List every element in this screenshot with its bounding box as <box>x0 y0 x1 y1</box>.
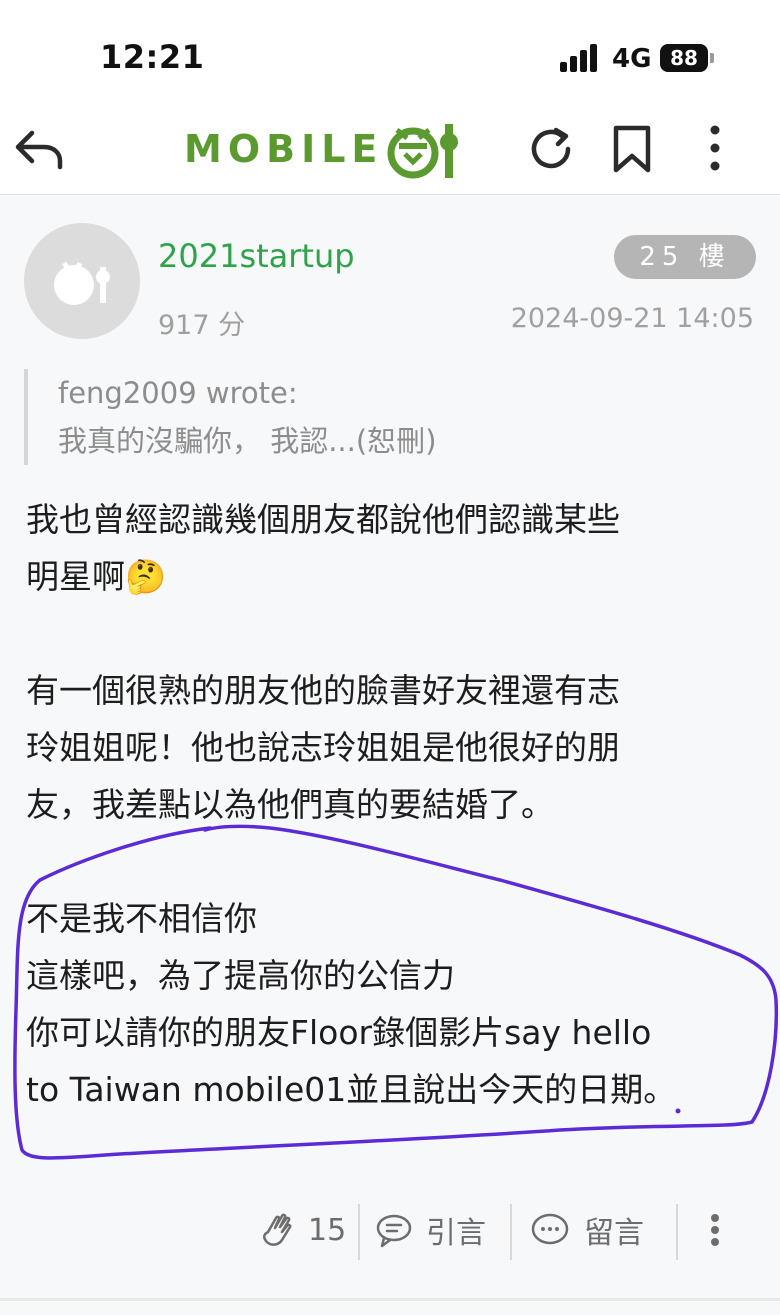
comment-bubble-icon <box>531 1213 569 1245</box>
content-line: 這樣吧，為了提高你的公信力 <box>26 956 455 995</box>
comment-label: 留言 <box>584 1216 644 1251</box>
divider <box>358 1204 360 1260</box>
quote-button[interactable]: 引言 <box>374 1200 486 1260</box>
avatar[interactable] <box>24 223 140 339</box>
content-line: to Taiwan mobile01並且說出今天的日期。 <box>26 1070 677 1109</box>
refresh-button[interactable] <box>526 124 576 174</box>
bookmark-button[interactable] <box>608 124 658 174</box>
battery-icon: 88 <box>660 44 714 72</box>
content-line: 不是我不相信你 <box>26 899 257 938</box>
logo-mark-icon <box>387 124 459 179</box>
more-vertical-icon <box>711 1214 719 1246</box>
comment-button[interactable]: 留言 <box>530 1200 644 1260</box>
post-card: 2021startup 917 分 25 樓 2024-09-21 14:05 … <box>0 195 780 1315</box>
divider <box>510 1204 512 1260</box>
battery-level: 88 <box>660 44 708 72</box>
post-more-button[interactable] <box>700 1200 730 1260</box>
like-count: 15 <box>308 1212 347 1248</box>
content-line: 友，我差點以為他們真的要結婚了。 <box>26 785 554 824</box>
username[interactable]: 2021startup <box>158 237 355 275</box>
content-line: 玲姐姐呢！他也說志玲姐姐是他很好的朋 <box>26 728 620 767</box>
bottom-divider <box>0 1298 780 1301</box>
post-content: 我也曾經認識幾個朋友都說他們認識某些 明星啊🤔 有一個很熟的朋友他的臉書好友裡還… <box>26 491 756 1118</box>
content-line: 你可以請你的朋友Floor錄個影片say hello <box>26 1013 652 1052</box>
back-arrow-icon <box>15 130 63 170</box>
post-action-bar: 15 引言 留言 <box>0 1200 780 1270</box>
back-button[interactable] <box>14 124 64 174</box>
content-line: 明星啊🤔 <box>26 557 167 596</box>
user-score: 917 分 <box>158 310 246 341</box>
post-date: 2024-09-21 14:05 <box>510 303 754 334</box>
more-vertical-icon <box>710 125 720 171</box>
content-line: 有一個很熟的朋友他的臉書好友裡還有志 <box>26 671 620 710</box>
quote-block[interactable]: feng2009 wrote: 我真的沒騙你， 我認...(恕刪) <box>24 369 758 465</box>
nav-bar: MOBILE <box>0 100 780 195</box>
network-type: 4G <box>612 44 652 74</box>
quote-excerpt: 我真的沒騙你， 我認...(恕刪) <box>58 424 437 458</box>
divider <box>676 1204 678 1260</box>
more-menu-button[interactable] <box>690 124 740 174</box>
like-button[interactable]: 15 <box>258 1200 346 1260</box>
mobile01-logo[interactable]: MOBILE <box>184 116 463 182</box>
logo-text: MOBILE <box>184 127 384 171</box>
clap-icon <box>263 1213 292 1246</box>
status-time: 12:21 <box>100 38 205 76</box>
refresh-icon <box>531 127 571 169</box>
quote-bubble-icon <box>376 1214 412 1248</box>
status-bar: 12:21 4G 88 <box>0 0 780 100</box>
default-avatar-icon <box>54 261 110 305</box>
signal-icon <box>560 44 597 72</box>
quote-label: 引言 <box>426 1216 486 1251</box>
floor-badge: 25 樓 <box>614 235 756 279</box>
content-line: 我也曾經認識幾個朋友都說他們認識某些 <box>26 500 620 539</box>
quote-author: feng2009 wrote: <box>58 376 298 410</box>
bookmark-icon <box>613 125 651 173</box>
